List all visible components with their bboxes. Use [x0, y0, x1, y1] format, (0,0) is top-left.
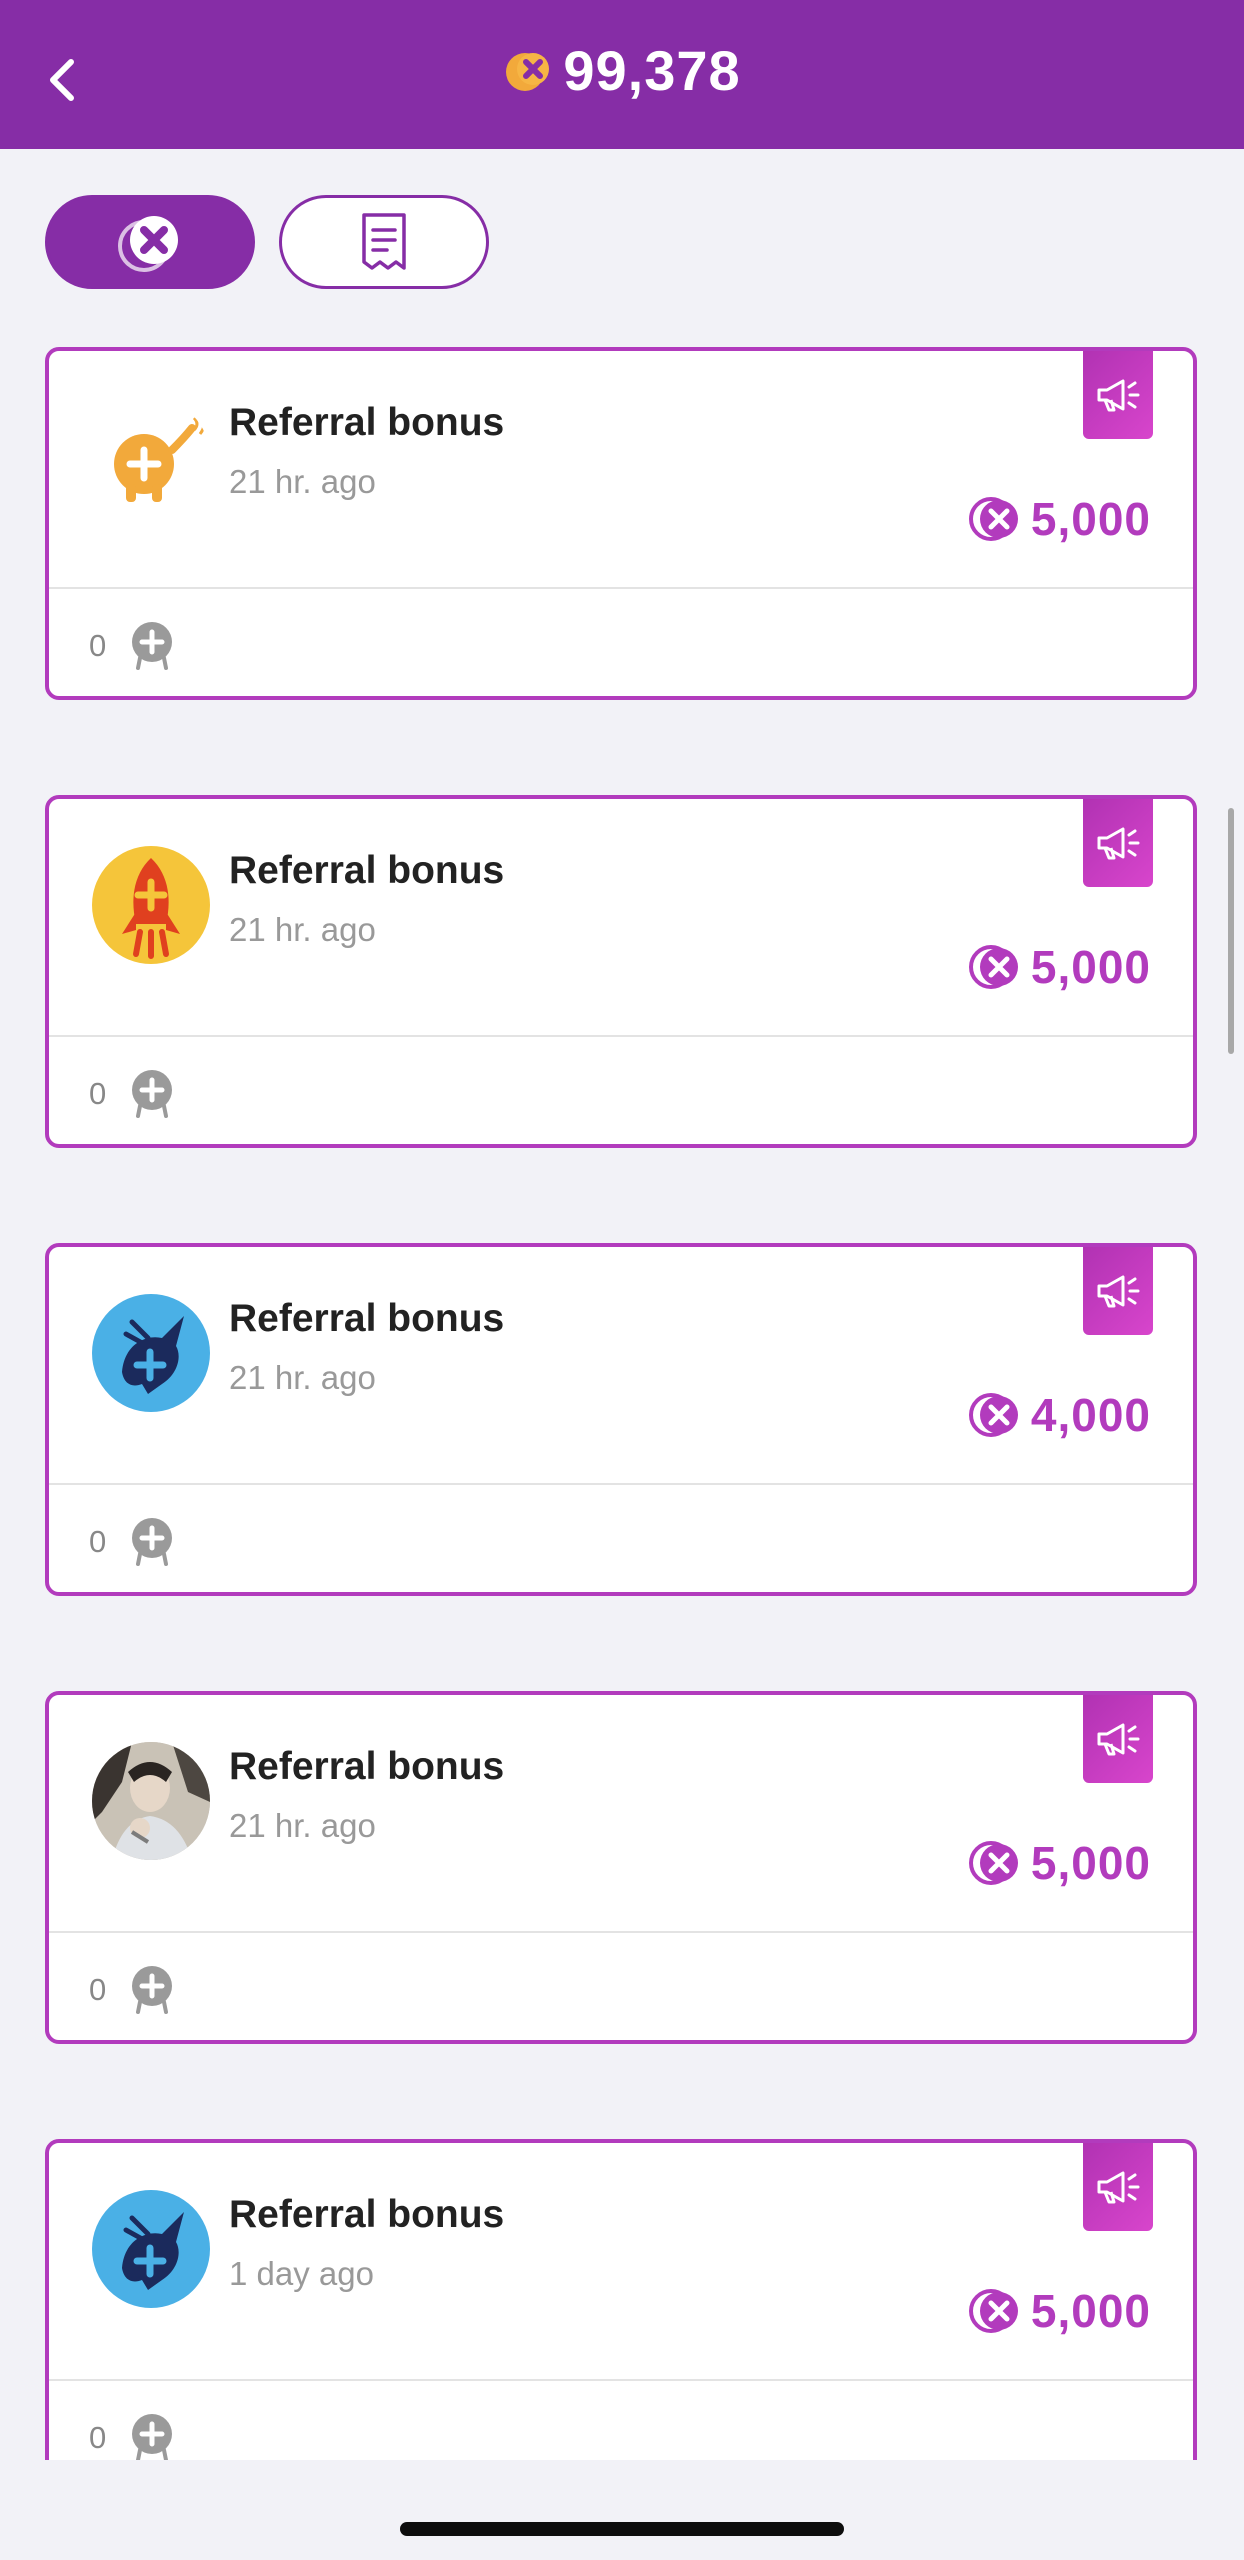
megaphone-icon	[1097, 1723, 1140, 1756]
coin-icon	[968, 497, 1018, 541]
card-footer: 0	[89, 1054, 176, 1134]
megaphone-badge	[1083, 1695, 1153, 1783]
card-time: 21 hr. ago	[229, 911, 376, 948]
card-time: 1 day ago	[229, 2255, 374, 2292]
card-title: Referral bonus	[229, 1297, 505, 1340]
divider	[49, 1035, 1193, 1037]
megaphone-icon	[1097, 827, 1140, 860]
megaphone-icon	[1097, 379, 1140, 412]
boost-count: 0	[89, 1076, 107, 1111]
coin-icon	[968, 1841, 1018, 1885]
referral-card[interactable]: Referral bonus 21 hr. ago 5,000 0	[45, 795, 1197, 1148]
coin-amount: 5,000	[968, 489, 1151, 549]
boost-count: 0	[89, 1972, 107, 2007]
scrollbar[interactable]	[1228, 808, 1234, 1054]
bird-avatar	[92, 1294, 210, 1412]
amount-value: 4,000	[1030, 1389, 1151, 1441]
coin-amount: 4,000	[968, 1385, 1151, 1445]
card-title: Referral bonus	[229, 849, 505, 892]
amount-value: 5,000	[1030, 2285, 1151, 2337]
coin-icon	[118, 216, 178, 272]
add-boost-icon[interactable]	[128, 1068, 176, 1120]
bottom-safe-area	[0, 2460, 1244, 2560]
coin-balance: 99,378	[0, 34, 1244, 106]
tab-receipts[interactable]	[279, 195, 489, 289]
amount-value: 5,000	[1030, 941, 1151, 993]
card-time: 21 hr. ago	[229, 1807, 376, 1844]
referral-card[interactable]: Referral bonus 21 hr. ago 5,000 0	[45, 1691, 1197, 2044]
top-bar: 99,378	[0, 0, 1244, 149]
balance-value: 99,378	[563, 38, 741, 102]
card-footer: 0	[89, 1950, 176, 2030]
card-title: Referral bonus	[229, 2193, 505, 2236]
megaphone-badge	[1083, 351, 1153, 439]
referral-card[interactable]: Referral bonus 21 hr. ago 4,000 0	[45, 1243, 1197, 1596]
card-time: 21 hr. ago	[229, 1359, 376, 1396]
coin-icon	[968, 2289, 1018, 2333]
photo-avatar	[92, 1742, 210, 1860]
boost-count: 0	[89, 1524, 107, 1559]
coin-amount: 5,000	[968, 2281, 1151, 2341]
referral-card[interactable]: Referral bonus 1 day ago 5,000 0	[45, 2139, 1197, 2492]
divider	[49, 1931, 1193, 1933]
tab-coins[interactable]	[45, 195, 255, 289]
card-footer: 0	[89, 606, 176, 686]
card-footer: 0	[89, 1502, 176, 1582]
divider	[49, 587, 1193, 589]
boost-count: 0	[89, 2420, 107, 2455]
divider	[49, 1483, 1193, 1485]
rocket-avatar	[92, 846, 210, 964]
mascot-avatar	[92, 398, 210, 516]
megaphone-badge	[1083, 2143, 1153, 2231]
megaphone-icon	[1097, 1275, 1140, 1308]
megaphone-badge	[1083, 1247, 1153, 1335]
megaphone-icon	[1097, 2171, 1140, 2204]
card-time: 21 hr. ago	[229, 463, 376, 500]
add-boost-icon[interactable]	[128, 2412, 176, 2464]
referral-card[interactable]: Referral bonus 21 hr. ago 5,000 0	[45, 347, 1197, 700]
coin-icon	[506, 53, 550, 91]
amount-value: 5,000	[1030, 1837, 1151, 1889]
add-boost-icon[interactable]	[128, 1516, 176, 1568]
receipt-icon	[362, 213, 406, 270]
add-boost-icon[interactable]	[128, 620, 176, 672]
home-indicator[interactable]	[400, 2522, 844, 2536]
card-title: Referral bonus	[229, 401, 505, 444]
boost-count: 0	[89, 628, 107, 663]
coin-icon	[968, 1393, 1018, 1437]
add-boost-icon[interactable]	[128, 1964, 176, 2016]
coin-icon	[968, 945, 1018, 989]
coin-history-screen: 99,378 Referral bonus 21 hr. ago 5,000 0…	[0, 0, 1244, 2560]
bird-avatar	[92, 2190, 210, 2308]
coin-amount: 5,000	[968, 937, 1151, 997]
amount-value: 5,000	[1030, 493, 1151, 545]
card-title: Referral bonus	[229, 1745, 505, 1788]
megaphone-badge	[1083, 799, 1153, 887]
divider	[49, 2379, 1193, 2381]
filter-tabs	[45, 195, 489, 289]
coin-amount: 5,000	[968, 1833, 1151, 1893]
